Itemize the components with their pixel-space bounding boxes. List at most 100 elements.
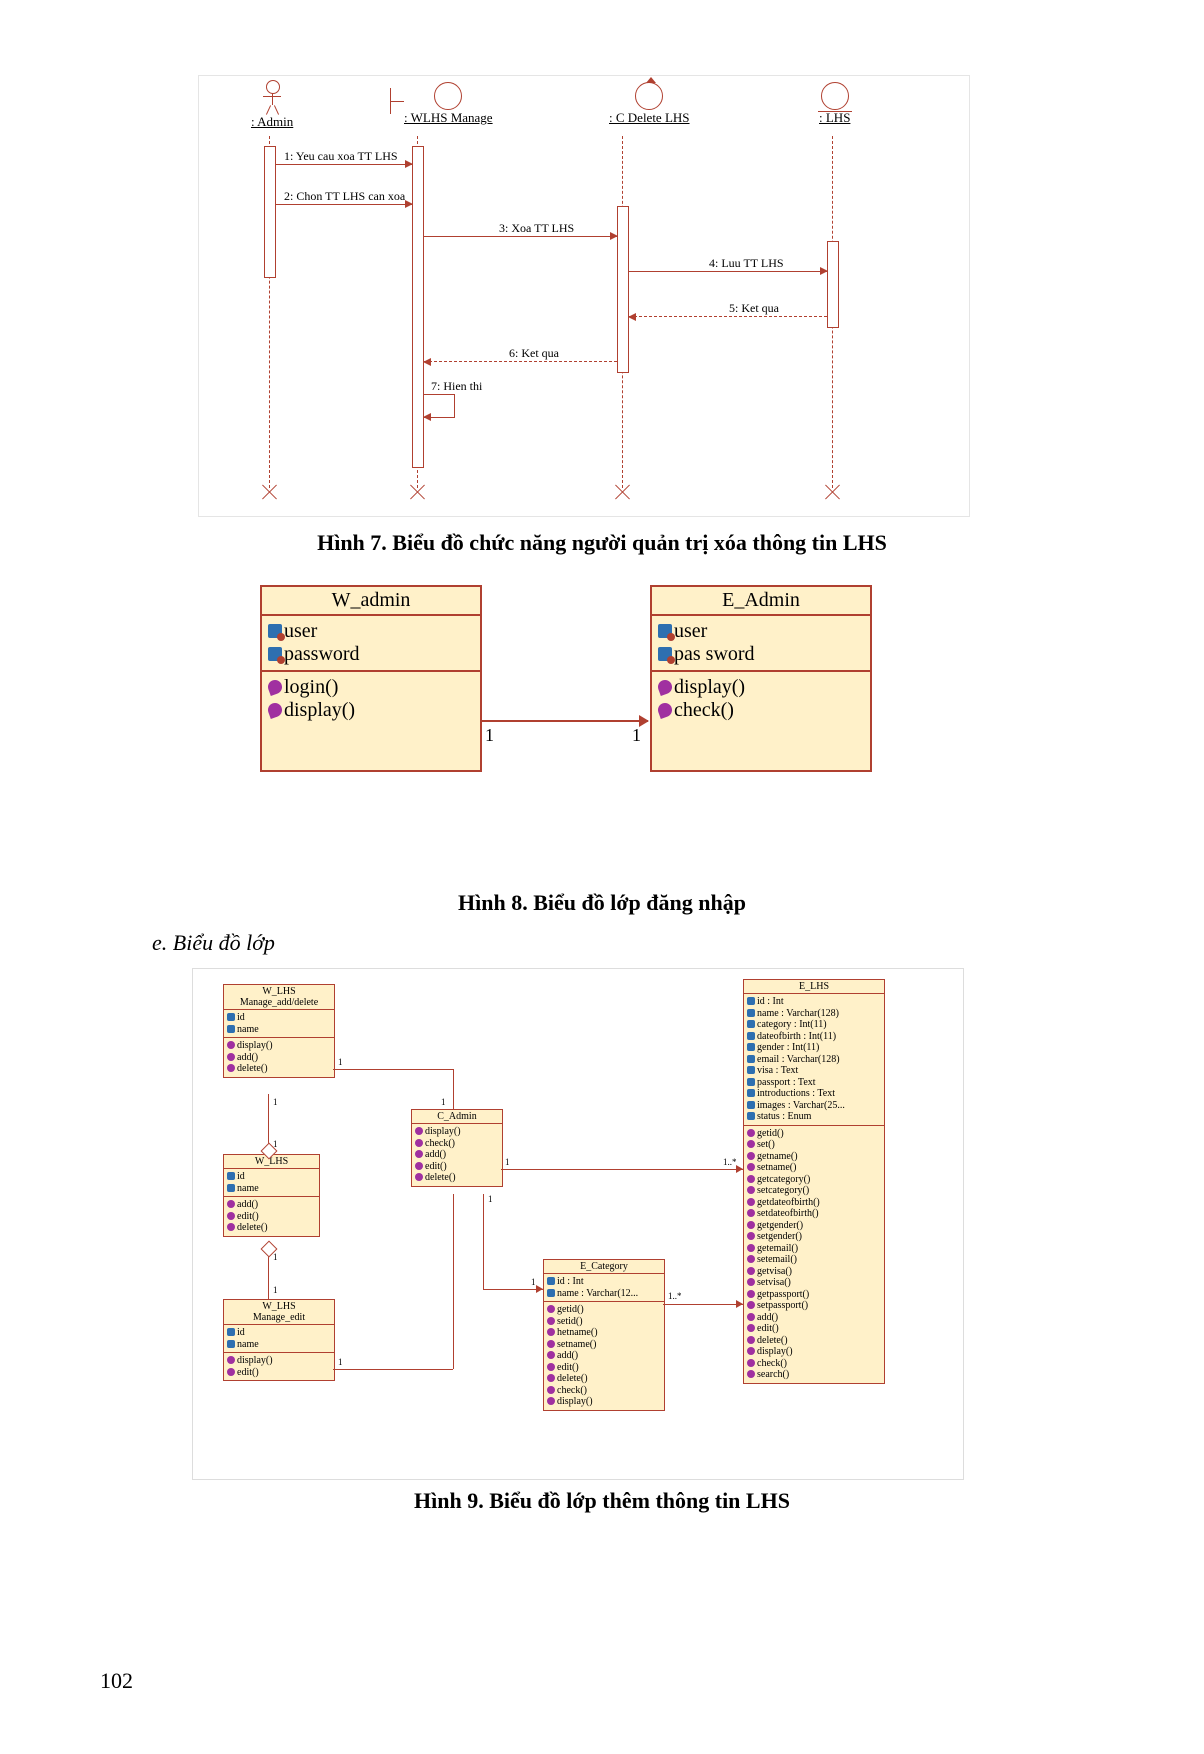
attribute-icon [268, 647, 282, 661]
class-wlhs: W_LHS id name add() edit() delete() [223, 1154, 320, 1237]
operation-icon [547, 1374, 555, 1382]
operation-icon [227, 1356, 235, 1364]
activation-bar [827, 241, 839, 328]
association-line [483, 1194, 484, 1289]
association-line [333, 1369, 453, 1370]
operation-icon [547, 1317, 555, 1325]
operation-icon [547, 1305, 555, 1313]
class-elhs: E_LHS id : Intname : Varchar(128)categor… [743, 979, 885, 1384]
attribute-icon [227, 1340, 235, 1348]
seq-return [424, 361, 617, 363]
attribute-icon [658, 624, 672, 638]
multiplicity-label: 1 [505, 1157, 510, 1167]
attribute-icon [547, 1289, 555, 1297]
operation-icon [227, 1200, 235, 1208]
operation-icon [415, 1139, 423, 1147]
seq-self-message [424, 394, 455, 418]
association-line [453, 1194, 454, 1369]
operation-icon [415, 1173, 423, 1181]
operation-icon [747, 1198, 755, 1206]
multiplicity-label: 1 [531, 1277, 536, 1287]
multiplicity-label: 1 [441, 1097, 446, 1107]
class-operations: display() edit() [224, 1353, 334, 1380]
operation-icon [747, 1336, 755, 1344]
operation-icon [747, 1267, 755, 1275]
class-name: E_Category [544, 1260, 664, 1274]
class-operations: display() check() [652, 672, 870, 770]
operation-icon [547, 1386, 555, 1394]
boundary-wlhs: : WLHS Manage [404, 82, 493, 126]
class-attributes: user password [262, 616, 480, 672]
seq-message [424, 236, 617, 237]
seq-message-label: 1: Yeu cau xoa TT LHS [284, 149, 398, 164]
class-attributes: id name [224, 1169, 319, 1197]
attribute-icon [268, 624, 282, 638]
operation-icon [747, 1324, 755, 1332]
attribute-icon [747, 1043, 755, 1051]
class-name: W_LHSManage_add/delete [224, 985, 334, 1010]
association-arrow-icon [736, 1300, 743, 1308]
sequence-diagram-fig7: : Admin : WLHS Manage : C Delete LHS : L… [198, 75, 970, 517]
attribute-icon [747, 1101, 755, 1109]
class-operations: getid() setid() hetname() setname() add(… [544, 1302, 664, 1410]
operation-icon [747, 1209, 755, 1217]
actor-icon [263, 80, 281, 114]
association-line [268, 1251, 269, 1299]
class-attribute: pas sword [674, 643, 755, 665]
class-operations: display() check() add() edit() delete() [412, 1124, 502, 1186]
operation-icon [747, 1163, 755, 1171]
operation-icon [656, 678, 674, 696]
multiplicity-label: 1 [338, 1357, 343, 1367]
attribute-icon [747, 1089, 755, 1097]
class-operation: check() [674, 699, 734, 721]
class-cadmin: C_Admin display() check() add() edit() d… [411, 1109, 503, 1187]
lifeline-destroy-icon [824, 484, 840, 500]
seq-message [629, 271, 827, 272]
class-operations: login() display() [262, 672, 480, 770]
association-line [333, 1069, 453, 1070]
attribute-icon [547, 1277, 555, 1285]
operation-icon [656, 701, 674, 719]
class-operation: display() [284, 699, 355, 721]
attribute-icon [227, 1328, 235, 1336]
association-line [483, 1289, 543, 1290]
class-attributes: user pas sword [652, 616, 870, 672]
multiplicity-label: 1 [273, 1252, 278, 1262]
operation-icon [747, 1129, 755, 1137]
operation-icon [547, 1351, 555, 1359]
participant-label: : C Delete LHS [609, 110, 690, 126]
class-wlhs-adddelete: W_LHSManage_add/delete id name display()… [223, 984, 335, 1078]
class-diagram-fig9: W_LHSManage_add/delete id name display()… [192, 968, 964, 1480]
operation-icon [547, 1397, 555, 1405]
lifeline-destroy-icon [261, 484, 277, 500]
operation-icon [547, 1340, 555, 1348]
attribute-icon [227, 1025, 235, 1033]
operation-icon [747, 1175, 755, 1183]
class-ecategory: E_Category id : Int name : Varchar(12...… [543, 1259, 665, 1411]
activation-bar [617, 206, 629, 373]
operation-icon [227, 1368, 235, 1376]
attribute-icon [227, 1184, 235, 1192]
operation-icon [227, 1064, 235, 1072]
class-operations: getid()set()getname()setname()getcategor… [744, 1126, 884, 1383]
section-e-label: e. Biểu đồ lớp [152, 930, 275, 956]
operation-icon [747, 1278, 755, 1286]
attribute-icon [747, 1009, 755, 1017]
operation-icon [747, 1313, 755, 1321]
participant-label: : LHS [819, 110, 850, 126]
operation-icon [747, 1301, 755, 1309]
class-name: W_admin [262, 587, 480, 616]
operation-icon [747, 1347, 755, 1355]
multiplicity-label: 1..* [723, 1157, 737, 1167]
operation-icon [747, 1221, 755, 1229]
attribute-icon [227, 1013, 235, 1021]
operation-icon [747, 1359, 755, 1367]
multiplicity-label: 1 [338, 1057, 343, 1067]
class-name: W_LHSManage_edit [224, 1300, 334, 1325]
figure8-caption: Hình 8. Biểu đồ lớp đăng nhập [0, 890, 1204, 916]
lifeline-destroy-icon [614, 484, 630, 500]
class-wadmin: W_admin user password login() display() [260, 585, 482, 772]
operation-icon [747, 1152, 755, 1160]
seq-message-label: 5: Ket qua [729, 301, 779, 316]
attribute-icon [658, 647, 672, 661]
